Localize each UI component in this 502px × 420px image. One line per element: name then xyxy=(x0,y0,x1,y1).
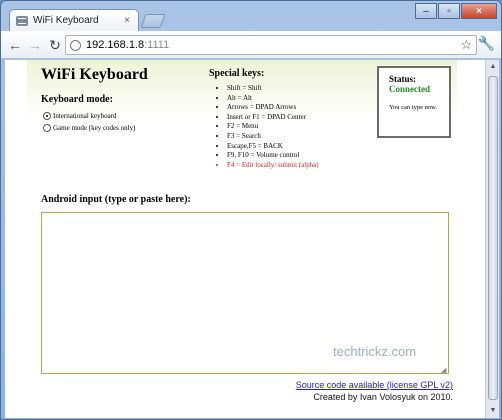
special-key-item: Insert or F1 = DPAD Center xyxy=(227,113,379,123)
mode-game-option[interactable]: Game mode (key codes only) xyxy=(43,124,143,133)
keyboard-favicon-icon xyxy=(16,15,28,26)
special-key-item: F9, F10 = Volume control xyxy=(227,151,379,161)
special-key-item: F3 = Search xyxy=(227,132,379,142)
forward-button[interactable]: → xyxy=(25,35,45,55)
page-viewport: WiFi Keyboard Keyboard mode: Internation… xyxy=(5,60,485,418)
url-host: 192.168.1.8 xyxy=(86,39,145,51)
credit-text: Created by Ivan Volosyuk on 2010. xyxy=(313,392,453,402)
special-key-item: F2 = Menu xyxy=(227,122,379,132)
status-value: Connected xyxy=(389,84,430,94)
url-port: :1111 xyxy=(144,39,170,51)
browser-window: WiFi Keyboard × – ▫ × ← → ↻ 192.168.1.8 … xyxy=(0,0,502,420)
special-key-item: Escape,F5 = BACK xyxy=(227,142,379,152)
mode-international-label: International keyboard xyxy=(53,112,117,120)
source-code-link[interactable]: Source code available (license GPL v2) xyxy=(296,380,453,390)
bookmark-star-icon[interactable]: ☆ xyxy=(460,37,472,53)
wifi-keyboard-page: WiFi Keyboard Keyboard mode: Internation… xyxy=(27,60,457,418)
address-bar[interactable]: 192.168.1.8 :1111 ☆ xyxy=(65,35,477,55)
back-button[interactable]: ← xyxy=(5,35,25,55)
scroll-up-arrow-icon[interactable]: ▲ xyxy=(486,60,500,74)
special-key-item: Arrows = DPAD Arrows xyxy=(227,103,379,113)
keyboard-mode-label: Keyboard mode: xyxy=(41,94,113,105)
status-note: You can type now. xyxy=(389,104,438,111)
minimize-button[interactable]: – xyxy=(415,3,437,19)
radio-international[interactable] xyxy=(43,112,51,120)
scroll-thumb[interactable] xyxy=(488,76,498,400)
android-input-label: Android input (type or paste here): xyxy=(41,194,191,205)
scroll-down-arrow-icon[interactable]: ▼ xyxy=(486,404,500,418)
tab-title: WiFi Keyboard xyxy=(33,15,99,26)
page-info-icon[interactable] xyxy=(70,39,81,51)
status-box: Status: Connected You can type now. xyxy=(377,66,451,138)
watermark: techtrickz.com xyxy=(333,344,417,359)
special-key-item: Alt = Alt xyxy=(227,94,379,104)
status-label: Status: xyxy=(389,74,417,84)
tab-strip: WiFi Keyboard × – ▫ × xyxy=(1,1,501,31)
vertical-scrollbar[interactable]: ▲ ▼ xyxy=(485,60,499,418)
new-tab-button[interactable] xyxy=(140,14,166,28)
mode-game-label: Game mode (key codes only) xyxy=(53,124,136,132)
special-keys-list: Shift = Shift Alt = Alt Arrows = DPAD Ar… xyxy=(219,84,379,170)
mode-international-option[interactable]: International keyboard xyxy=(43,112,143,121)
special-keys-title: Special keys: xyxy=(209,68,265,79)
close-window-button[interactable]: × xyxy=(461,3,497,19)
special-key-item: Shift = Shift xyxy=(227,84,379,94)
maximize-button[interactable]: ▫ xyxy=(438,3,460,19)
reload-button[interactable]: ↻ xyxy=(45,35,65,55)
window-controls: – ▫ × xyxy=(415,3,497,19)
special-key-edit-locally: F4 = Edit locally/ submit (alpha) xyxy=(227,161,379,171)
wrench-menu-icon[interactable]: 🔧 xyxy=(478,35,495,52)
resize-grip-icon[interactable]: ◢ xyxy=(441,366,446,374)
page-title: WiFi Keyboard xyxy=(41,66,148,83)
browser-toolbar: ← → ↻ 192.168.1.8 :1111 ☆ 🔧 xyxy=(1,31,501,59)
radio-game-mode[interactable] xyxy=(43,124,51,132)
tab-wifi-keyboard[interactable]: WiFi Keyboard × xyxy=(9,9,139,31)
tab-close-icon[interactable]: × xyxy=(122,15,132,26)
